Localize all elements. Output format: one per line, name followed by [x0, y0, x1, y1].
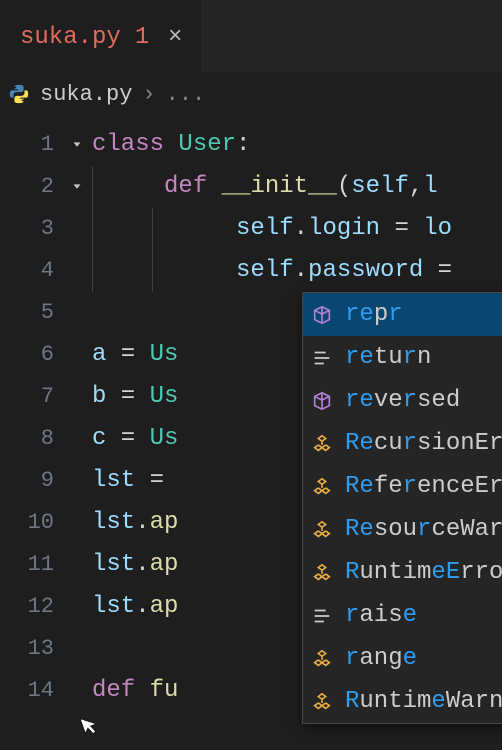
code-area[interactable]: class User: def __init__(self,l self.log…: [92, 116, 502, 750]
code-line[interactable]: class User:: [92, 124, 502, 166]
line-number: 8: [0, 418, 62, 460]
python-file-icon: [8, 83, 30, 105]
autocomplete-label: ReferenceError: [345, 473, 502, 500]
autocomplete-item[interactable]: reversed: [303, 379, 502, 422]
breadcrumb-filename[interactable]: suka.py: [40, 82, 132, 107]
code-line[interactable]: self.login = lo: [92, 208, 502, 250]
autocomplete-label: range: [345, 645, 417, 672]
autocomplete-item[interactable]: repr: [303, 293, 502, 336]
autocomplete-item[interactable]: RecursionError: [303, 422, 502, 465]
autocomplete-item[interactable]: raise: [303, 594, 502, 637]
class-icon: [309, 474, 335, 500]
autocomplete-label: raise: [345, 602, 417, 629]
autocomplete-popup[interactable]: repr return reversed RecursionError Referenc…: [302, 292, 502, 724]
autocomplete-item[interactable]: RuntimeError: [303, 551, 502, 594]
tab-suka-py[interactable]: suka.py 1 ×: [0, 0, 201, 72]
autocomplete-item[interactable]: RuntimeWarning: [303, 680, 502, 723]
snippet-icon: [309, 603, 335, 629]
line-number: 2: [0, 166, 62, 208]
close-icon[interactable]: ×: [163, 25, 187, 49]
class-icon: [309, 560, 335, 586]
code-line[interactable]: self.password =: [92, 250, 502, 292]
autocomplete-item[interactable]: ResourceWarnin: [303, 508, 502, 551]
fold-toggle[interactable]: [62, 124, 92, 166]
line-number: 4: [0, 250, 62, 292]
autocomplete-item[interactable]: range: [303, 637, 502, 680]
autocomplete-label: RuntimeError: [345, 559, 502, 586]
class-icon: [309, 689, 335, 715]
cube-icon: [309, 302, 335, 328]
autocomplete-label: RecursionError: [345, 430, 502, 457]
class-icon: [309, 517, 335, 543]
line-number: 13: [0, 628, 62, 670]
autocomplete-label: reversed: [345, 387, 460, 414]
code-line[interactable]: def __init__(self,l: [92, 166, 502, 208]
fold-toggle[interactable]: [62, 166, 92, 208]
editor[interactable]: 1 2 3 4 5 6 7 8 9 10 11 12 13 14 class U…: [0, 116, 502, 750]
line-number: 6: [0, 334, 62, 376]
line-number-gutter: 1 2 3 4 5 6 7 8 9 10 11 12 13 14: [0, 116, 62, 750]
line-number: 14: [0, 670, 62, 712]
line-number: 10: [0, 502, 62, 544]
chevron-right-icon: ›: [142, 82, 155, 107]
line-number: 9: [0, 460, 62, 502]
autocomplete-label: ResourceWarnin: [345, 516, 502, 543]
line-number: 5: [0, 292, 62, 334]
autocomplete-item[interactable]: return: [303, 336, 502, 379]
class-icon: [309, 646, 335, 672]
tab-bar: suka.py 1 ×: [0, 0, 502, 72]
autocomplete-label: return: [345, 344, 431, 371]
line-number: 3: [0, 208, 62, 250]
fold-gutter: [62, 116, 92, 750]
line-number: 11: [0, 544, 62, 586]
breadcrumb-more[interactable]: ...: [166, 82, 206, 107]
breadcrumb[interactable]: suka.py › ...: [0, 72, 502, 116]
autocomplete-label: RuntimeWarning: [345, 688, 502, 715]
class-icon: [309, 431, 335, 457]
autocomplete-item[interactable]: ReferenceError: [303, 465, 502, 508]
snippet-icon: [309, 345, 335, 371]
tab-dirty-indicator: 1: [135, 24, 149, 51]
line-number: 12: [0, 586, 62, 628]
cube-icon: [309, 388, 335, 414]
line-number: 1: [0, 124, 62, 166]
autocomplete-label: repr: [345, 301, 403, 328]
line-number: 7: [0, 376, 62, 418]
tab-filename: suka.py: [20, 24, 121, 51]
